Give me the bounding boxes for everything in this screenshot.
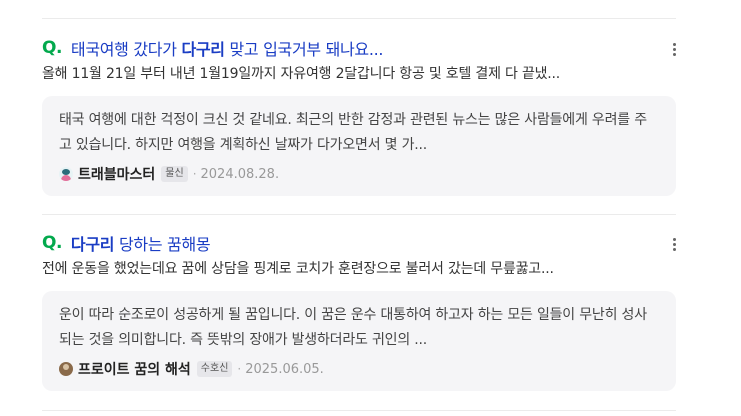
answer-date: 2024.08.28. (200, 166, 280, 182)
title-suffix: 당하는 꿈해몽 (114, 235, 211, 254)
divider-middle (42, 214, 676, 215)
answer-text: 운이 따라 순조로이 성공하게 될 꿈입니다. 이 꿈은 운수 대통하여 하고자… (59, 307, 647, 348)
separator-dot: · (237, 362, 242, 376)
result-snippet[interactable]: 전에 운동을 했었는데요 꿈에 상담을 핑계로 코치가 훈련장으로 불러서 갔는… (42, 258, 674, 278)
answer-text: 태국 여행에 대한 걱정이 크신 것 같네요. 최근의 반한 감정과 관련된 뉴… (59, 112, 647, 153)
avatar (59, 167, 73, 181)
more-options-icon[interactable] (666, 40, 682, 58)
author-name[interactable]: 트래블마스터 (78, 164, 155, 184)
title-keyword: 다구리 (181, 40, 225, 59)
result-title-row: Q. 다구리 당하는 꿈해몽 (42, 231, 662, 255)
answer-card[interactable]: 태국 여행에 대한 걱정이 크신 것 같네요. 최근의 반한 감정과 관련된 뉴… (42, 96, 676, 196)
title-prefix: 태국여행 갔다가 (70, 40, 182, 59)
title-keyword: 다구리 (70, 235, 115, 254)
author-row: 트래블마스터 물신 · 2024.08.28. (59, 164, 279, 184)
divider-top (42, 18, 676, 19)
divider-bottom (42, 410, 676, 411)
answer-card[interactable]: 운이 따라 순조로이 성공하게 될 꿈입니다. 이 꿈은 운수 대통하여 하고자… (42, 291, 676, 391)
result-title-link[interactable]: 다구리 당하는 꿈해몽 (70, 231, 211, 255)
question-mark-icon: Q. (42, 38, 62, 58)
avatar (59, 362, 73, 376)
result-snippet[interactable]: 올해 11월 21일 부터 내년 1월19일까지 자유여행 2달갑니다 항공 및… (42, 63, 674, 83)
answer-date: 2025.06.05. (245, 361, 324, 377)
author-name[interactable]: 프로이트 꿈의 해석 (78, 359, 191, 379)
author-badge: 수호신 (196, 361, 233, 377)
title-suffix: 맞고 입국거부 돼나요... (224, 40, 384, 59)
more-options-icon[interactable] (666, 235, 682, 253)
question-mark-icon: Q. (42, 233, 62, 253)
author-row: 프로이트 꿈의 해석 수호신 · 2025.06.05. (59, 359, 324, 379)
separator-dot: · (192, 167, 197, 181)
author-badge: 물신 (161, 166, 188, 182)
result-title-link[interactable]: 태국여행 갔다가 다구리 맞고 입국거부 돼나요... (70, 36, 384, 60)
search-results-page: Q. 태국여행 갔다가 다구리 맞고 입국거부 돼나요... 올해 11월 21… (0, 0, 741, 416)
result-title-row: Q. 태국여행 갔다가 다구리 맞고 입국거부 돼나요... (42, 36, 662, 60)
